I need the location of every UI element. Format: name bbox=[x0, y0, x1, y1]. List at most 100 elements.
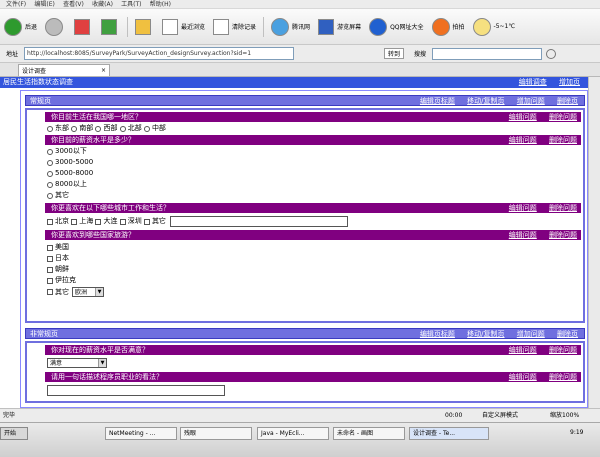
radio-button[interactable] bbox=[47, 192, 53, 199]
delete-question-link[interactable]: 删除问题 bbox=[549, 346, 577, 354]
checkbox[interactable] bbox=[71, 218, 78, 225]
fullscreen-button[interactable]: 游览屏幕 bbox=[318, 18, 361, 35]
menu-bar: 文件(F) 编辑(E) 查看(V) 收藏(A) 工具(T) 帮助(H) bbox=[0, 0, 600, 9]
question-title: 你对现在的薪资水平是否满意？ bbox=[51, 346, 149, 354]
checkbox[interactable] bbox=[47, 255, 53, 262]
add-question-link[interactable]: 增加问题 bbox=[517, 97, 545, 105]
edit-page-title-link[interactable]: 编辑页标题 bbox=[420, 330, 455, 338]
go-button[interactable]: 转到 bbox=[384, 48, 405, 59]
tab-bar: 设计调查 × bbox=[0, 63, 600, 77]
task-netmeeting[interactable]: NetMeeting - ... bbox=[105, 427, 177, 440]
checkbox[interactable] bbox=[47, 266, 53, 273]
option-row: 日本 bbox=[47, 254, 69, 263]
task-java[interactable]: Java - MyEcli... bbox=[257, 427, 329, 440]
back-button[interactable]: 后退 bbox=[4, 17, 37, 36]
edit-page-title-link[interactable]: 编辑页标题 bbox=[420, 97, 455, 105]
radio-button[interactable] bbox=[71, 125, 78, 132]
home-button[interactable] bbox=[135, 18, 154, 35]
question-title: 你更喜欢到哪些国家旅游？ bbox=[51, 231, 135, 239]
edit-survey-link[interactable]: 编辑调查 bbox=[519, 78, 547, 86]
menu-file[interactable]: 文件(F) bbox=[6, 1, 26, 8]
stop-button[interactable] bbox=[74, 18, 93, 35]
other-city-input[interactable] bbox=[169, 216, 348, 227]
move-copy-page-link[interactable]: 移动/复制页 bbox=[467, 330, 504, 338]
checkbox[interactable] bbox=[47, 244, 53, 251]
survey-body: 常规页 编辑页标题 移动/复制页 增加问题 删除页 你目前生活在我国哪一地区？ … bbox=[20, 90, 588, 408]
task-paint[interactable]: 未命名 - 画图 bbox=[333, 427, 405, 440]
snapshot-button[interactable]: 拍拍 bbox=[431, 17, 465, 36]
radio-button[interactable] bbox=[47, 159, 53, 166]
clear-history-icon bbox=[213, 18, 230, 35]
url-input[interactable]: http://localhost:8085/SurveyPark/SurveyA… bbox=[24, 47, 295, 60]
checkbox[interactable] bbox=[119, 218, 126, 225]
radio-button[interactable] bbox=[143, 125, 150, 132]
checkbox[interactable] bbox=[95, 218, 102, 225]
option-label: 8000以上 bbox=[55, 180, 87, 188]
page-title: 非常规页 bbox=[30, 330, 58, 338]
delete-question-link[interactable]: 删除问题 bbox=[549, 373, 577, 381]
question-title: 你目前生活在我国哪一地区？ bbox=[51, 113, 142, 121]
add-question-link[interactable]: 增加问题 bbox=[517, 330, 545, 338]
task-folder[interactable]: 残眼 bbox=[180, 427, 252, 440]
tencent-button[interactable]: 腾讯网 bbox=[271, 17, 310, 36]
checkbox[interactable] bbox=[47, 277, 53, 284]
qq-sites-label: QQ网址大全 bbox=[390, 24, 424, 31]
edit-question-link[interactable]: 编辑问题 bbox=[509, 346, 537, 354]
refresh-button[interactable] bbox=[101, 18, 120, 35]
radio-button[interactable] bbox=[47, 125, 53, 132]
tab-design-survey[interactable]: 设计调查 × bbox=[18, 63, 110, 76]
recent-button[interactable]: 最近浏览 bbox=[162, 18, 205, 35]
option-row: 朝鲜 bbox=[47, 265, 69, 274]
edit-question-link[interactable]: 编辑问题 bbox=[509, 113, 537, 121]
menu-edit[interactable]: 编辑(E) bbox=[34, 1, 54, 8]
checkbox[interactable] bbox=[47, 218, 53, 225]
clear-history-label: 清除记录 bbox=[232, 24, 257, 31]
radio-button[interactable] bbox=[47, 181, 53, 188]
delete-page-link[interactable]: 删除页 bbox=[557, 330, 578, 338]
search-icon[interactable] bbox=[546, 48, 557, 59]
satisfaction-select[interactable]: 满意 ▼ bbox=[47, 358, 107, 368]
delete-question-link[interactable]: 删除问题 bbox=[549, 231, 577, 239]
snapshot-label: 拍拍 bbox=[452, 24, 465, 31]
move-copy-page-link[interactable]: 移动/复制页 bbox=[467, 97, 504, 105]
delete-page-link[interactable]: 删除页 bbox=[557, 97, 578, 105]
task-design-survey[interactable]: 设计调查 - Te... bbox=[409, 427, 489, 440]
edit-question-link[interactable]: 编辑问题 bbox=[509, 231, 537, 239]
start-button[interactable]: 开始 bbox=[0, 427, 28, 440]
edit-question-link[interactable]: 编辑问题 bbox=[509, 136, 537, 144]
radio-button[interactable] bbox=[119, 125, 126, 132]
weather-widget[interactable]: -5~1℃ bbox=[472, 17, 515, 36]
option-label: 大连 bbox=[103, 217, 118, 225]
weather-icon bbox=[472, 17, 491, 36]
option-label: 朝鲜 bbox=[55, 265, 69, 273]
menu-tools[interactable]: 工具(T) bbox=[121, 1, 141, 8]
clear-history-button[interactable]: 清除记录 bbox=[213, 18, 257, 35]
question-header: 你目前的薪资水平是多少？ 编辑问题 删除问题 bbox=[45, 135, 581, 145]
clock: 9:19 bbox=[570, 429, 584, 436]
delete-question-link[interactable]: 删除问题 bbox=[549, 113, 577, 121]
screen-mode-button[interactable]: 自定义屏模式 bbox=[482, 409, 518, 422]
search-input[interactable] bbox=[432, 47, 543, 60]
opinion-text-input[interactable] bbox=[47, 385, 225, 396]
menu-help[interactable]: 帮助(H) bbox=[150, 1, 171, 8]
menu-view[interactable]: 查看(V) bbox=[63, 1, 84, 8]
radio-button[interactable] bbox=[47, 148, 53, 155]
other-country-select[interactable]: 欧洲 ▼ bbox=[72, 287, 104, 297]
vertical-scrollbar[interactable] bbox=[588, 77, 600, 408]
close-tab-icon[interactable]: × bbox=[101, 67, 106, 74]
radio-button[interactable] bbox=[47, 170, 53, 177]
checkbox[interactable] bbox=[143, 218, 150, 225]
delete-question-link[interactable]: 删除问题 bbox=[549, 204, 577, 212]
forward-button[interactable] bbox=[45, 17, 66, 36]
checkbox[interactable] bbox=[47, 289, 53, 295]
add-page-link[interactable]: 增加页 bbox=[559, 78, 580, 86]
edit-question-link[interactable]: 编辑问题 bbox=[509, 204, 537, 212]
zoom-button[interactable]: 缩放100% bbox=[550, 409, 579, 422]
edit-question-link[interactable]: 编辑问题 bbox=[509, 373, 537, 381]
radio-button[interactable] bbox=[95, 125, 102, 132]
chevron-down-icon: ▼ bbox=[95, 288, 103, 296]
qq-sites-button[interactable]: QQ网址大全 bbox=[369, 17, 424, 36]
delete-question-link[interactable]: 删除问题 bbox=[549, 136, 577, 144]
question-title: 请用一句话描述程序员职业的看法？ bbox=[51, 373, 163, 381]
menu-favorites[interactable]: 收藏(A) bbox=[92, 1, 113, 8]
